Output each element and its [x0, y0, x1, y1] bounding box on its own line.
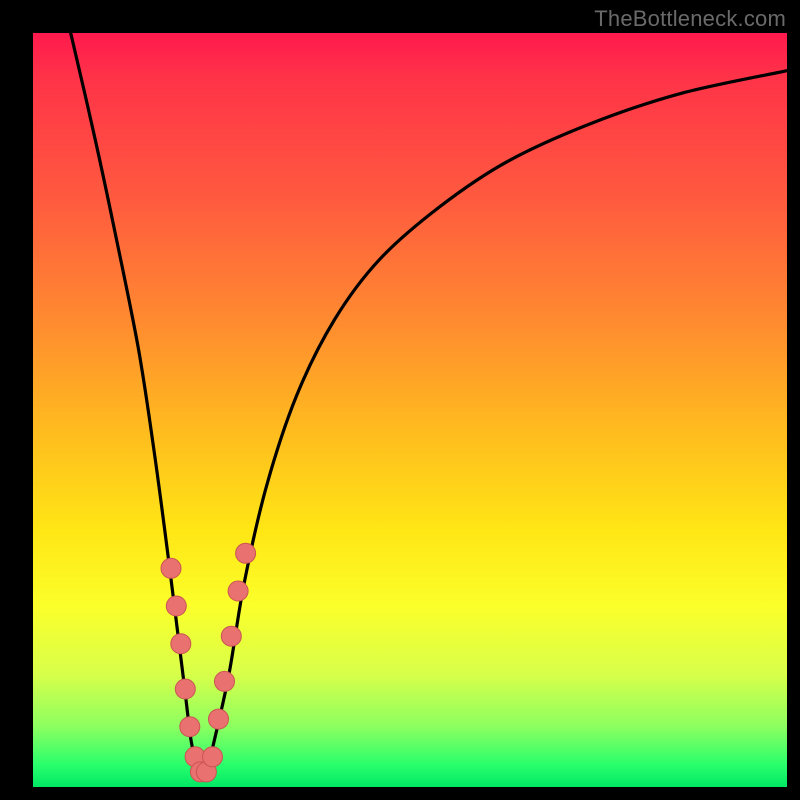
highlight-dot: [215, 671, 235, 691]
highlight-dot: [161, 558, 181, 578]
watermark-text: TheBottleneck.com: [594, 6, 786, 32]
highlight-dot: [171, 634, 191, 654]
highlight-dots: [161, 543, 256, 782]
highlight-dot: [236, 543, 256, 563]
highlight-dot: [209, 709, 229, 729]
curve-layer: [33, 33, 787, 787]
plot-area: [33, 33, 787, 787]
bottleneck-curve: [71, 33, 787, 776]
highlight-dot: [166, 596, 186, 616]
highlight-dot: [175, 679, 195, 699]
highlight-dot: [221, 626, 241, 646]
highlight-dot: [180, 717, 200, 737]
highlight-dot: [228, 581, 248, 601]
highlight-dot: [203, 747, 223, 767]
chart-frame: TheBottleneck.com: [0, 0, 800, 800]
